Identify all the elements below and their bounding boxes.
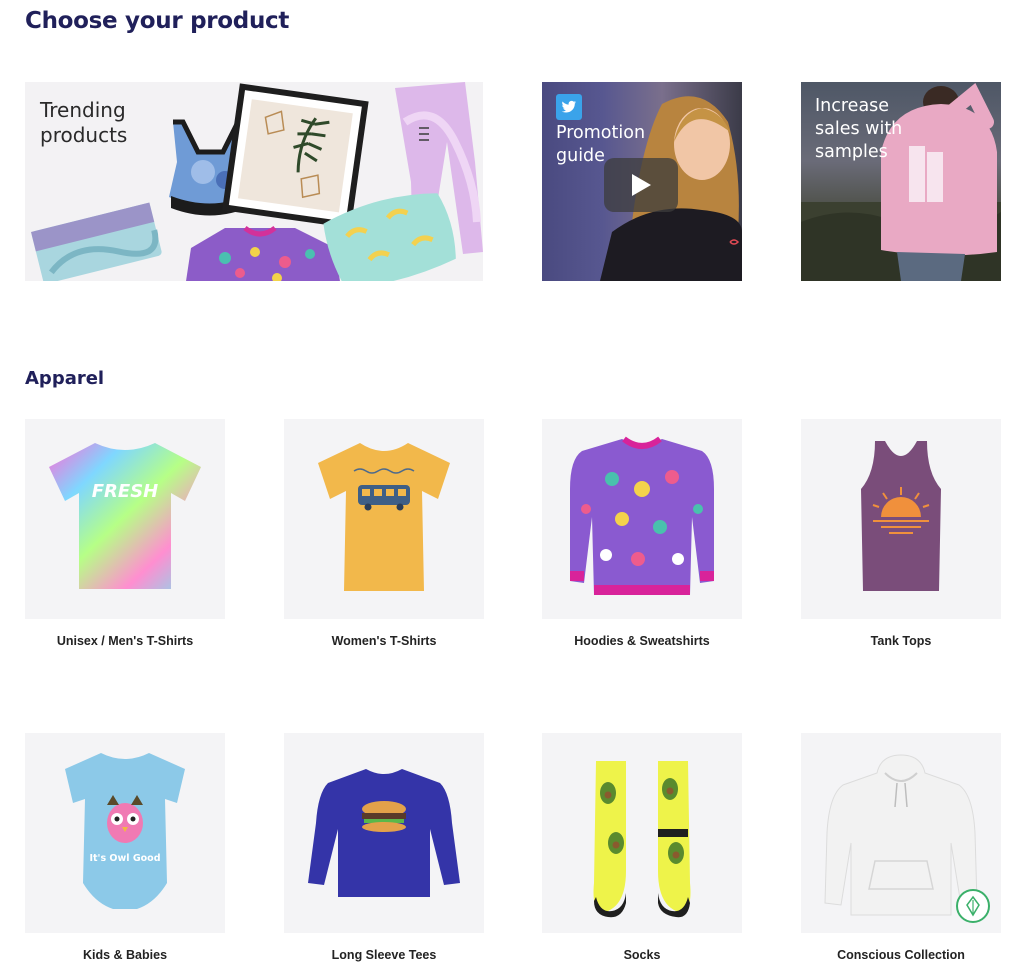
onesie-image: It's Owl Good — [65, 753, 185, 909]
product-tile-kids-babies[interactable]: It's Owl Good — [25, 733, 225, 933]
twitter-icon — [556, 94, 582, 120]
page-title: Choose your product — [25, 8, 290, 34]
product-tile-unisex-tshirts[interactable]: FRESH — [25, 419, 225, 619]
trending-products-banner[interactable]: Trending products — [25, 82, 483, 281]
product-tile-long-sleeve[interactable] — [284, 733, 484, 933]
product-label[interactable]: Tank Tops — [801, 634, 1001, 648]
product-label[interactable]: Conscious Collection — [801, 948, 1001, 962]
product-label[interactable]: Hoodies & Sweatshirts — [542, 634, 742, 648]
product-tile-conscious-collection[interactable] — [801, 733, 1001, 933]
product-tile-socks[interactable] — [542, 733, 742, 933]
product-label[interactable]: Kids & Babies — [25, 948, 225, 962]
tshirt-image: FRESH — [49, 443, 201, 589]
product-label[interactable]: Women's T-Shirts — [284, 634, 484, 648]
tank-top-image — [861, 441, 941, 591]
print-text: FRESH — [92, 481, 158, 502]
sweatshirt-image — [570, 436, 714, 595]
section-title-apparel: Apparel — [25, 368, 105, 389]
product-tile-womens-tshirts[interactable] — [284, 419, 484, 619]
product-label[interactable]: Unisex / Men's T-Shirts — [25, 634, 225, 648]
product-label[interactable]: Long Sleeve Tees — [284, 948, 484, 962]
promotion-guide-banner[interactable]: Promotion guide — [542, 82, 742, 281]
trending-products-image — [31, 82, 483, 281]
play-button[interactable] — [604, 158, 678, 212]
long-sleeve-tee-image — [308, 769, 460, 897]
conscious-badge-icon — [956, 889, 990, 923]
product-label[interactable]: Socks — [542, 948, 742, 962]
product-tile-hoodies[interactable] — [542, 419, 742, 619]
play-icon — [632, 174, 651, 196]
banner-text: Increase sales with samples — [815, 96, 903, 162]
print-text: It's Owl Good — [89, 853, 160, 864]
tshirt-image — [318, 443, 450, 591]
samples-banner[interactable]: Increase sales with samples — [801, 82, 1001, 281]
product-tile-tank-tops[interactable] — [801, 419, 1001, 619]
socks-image — [593, 761, 691, 918]
